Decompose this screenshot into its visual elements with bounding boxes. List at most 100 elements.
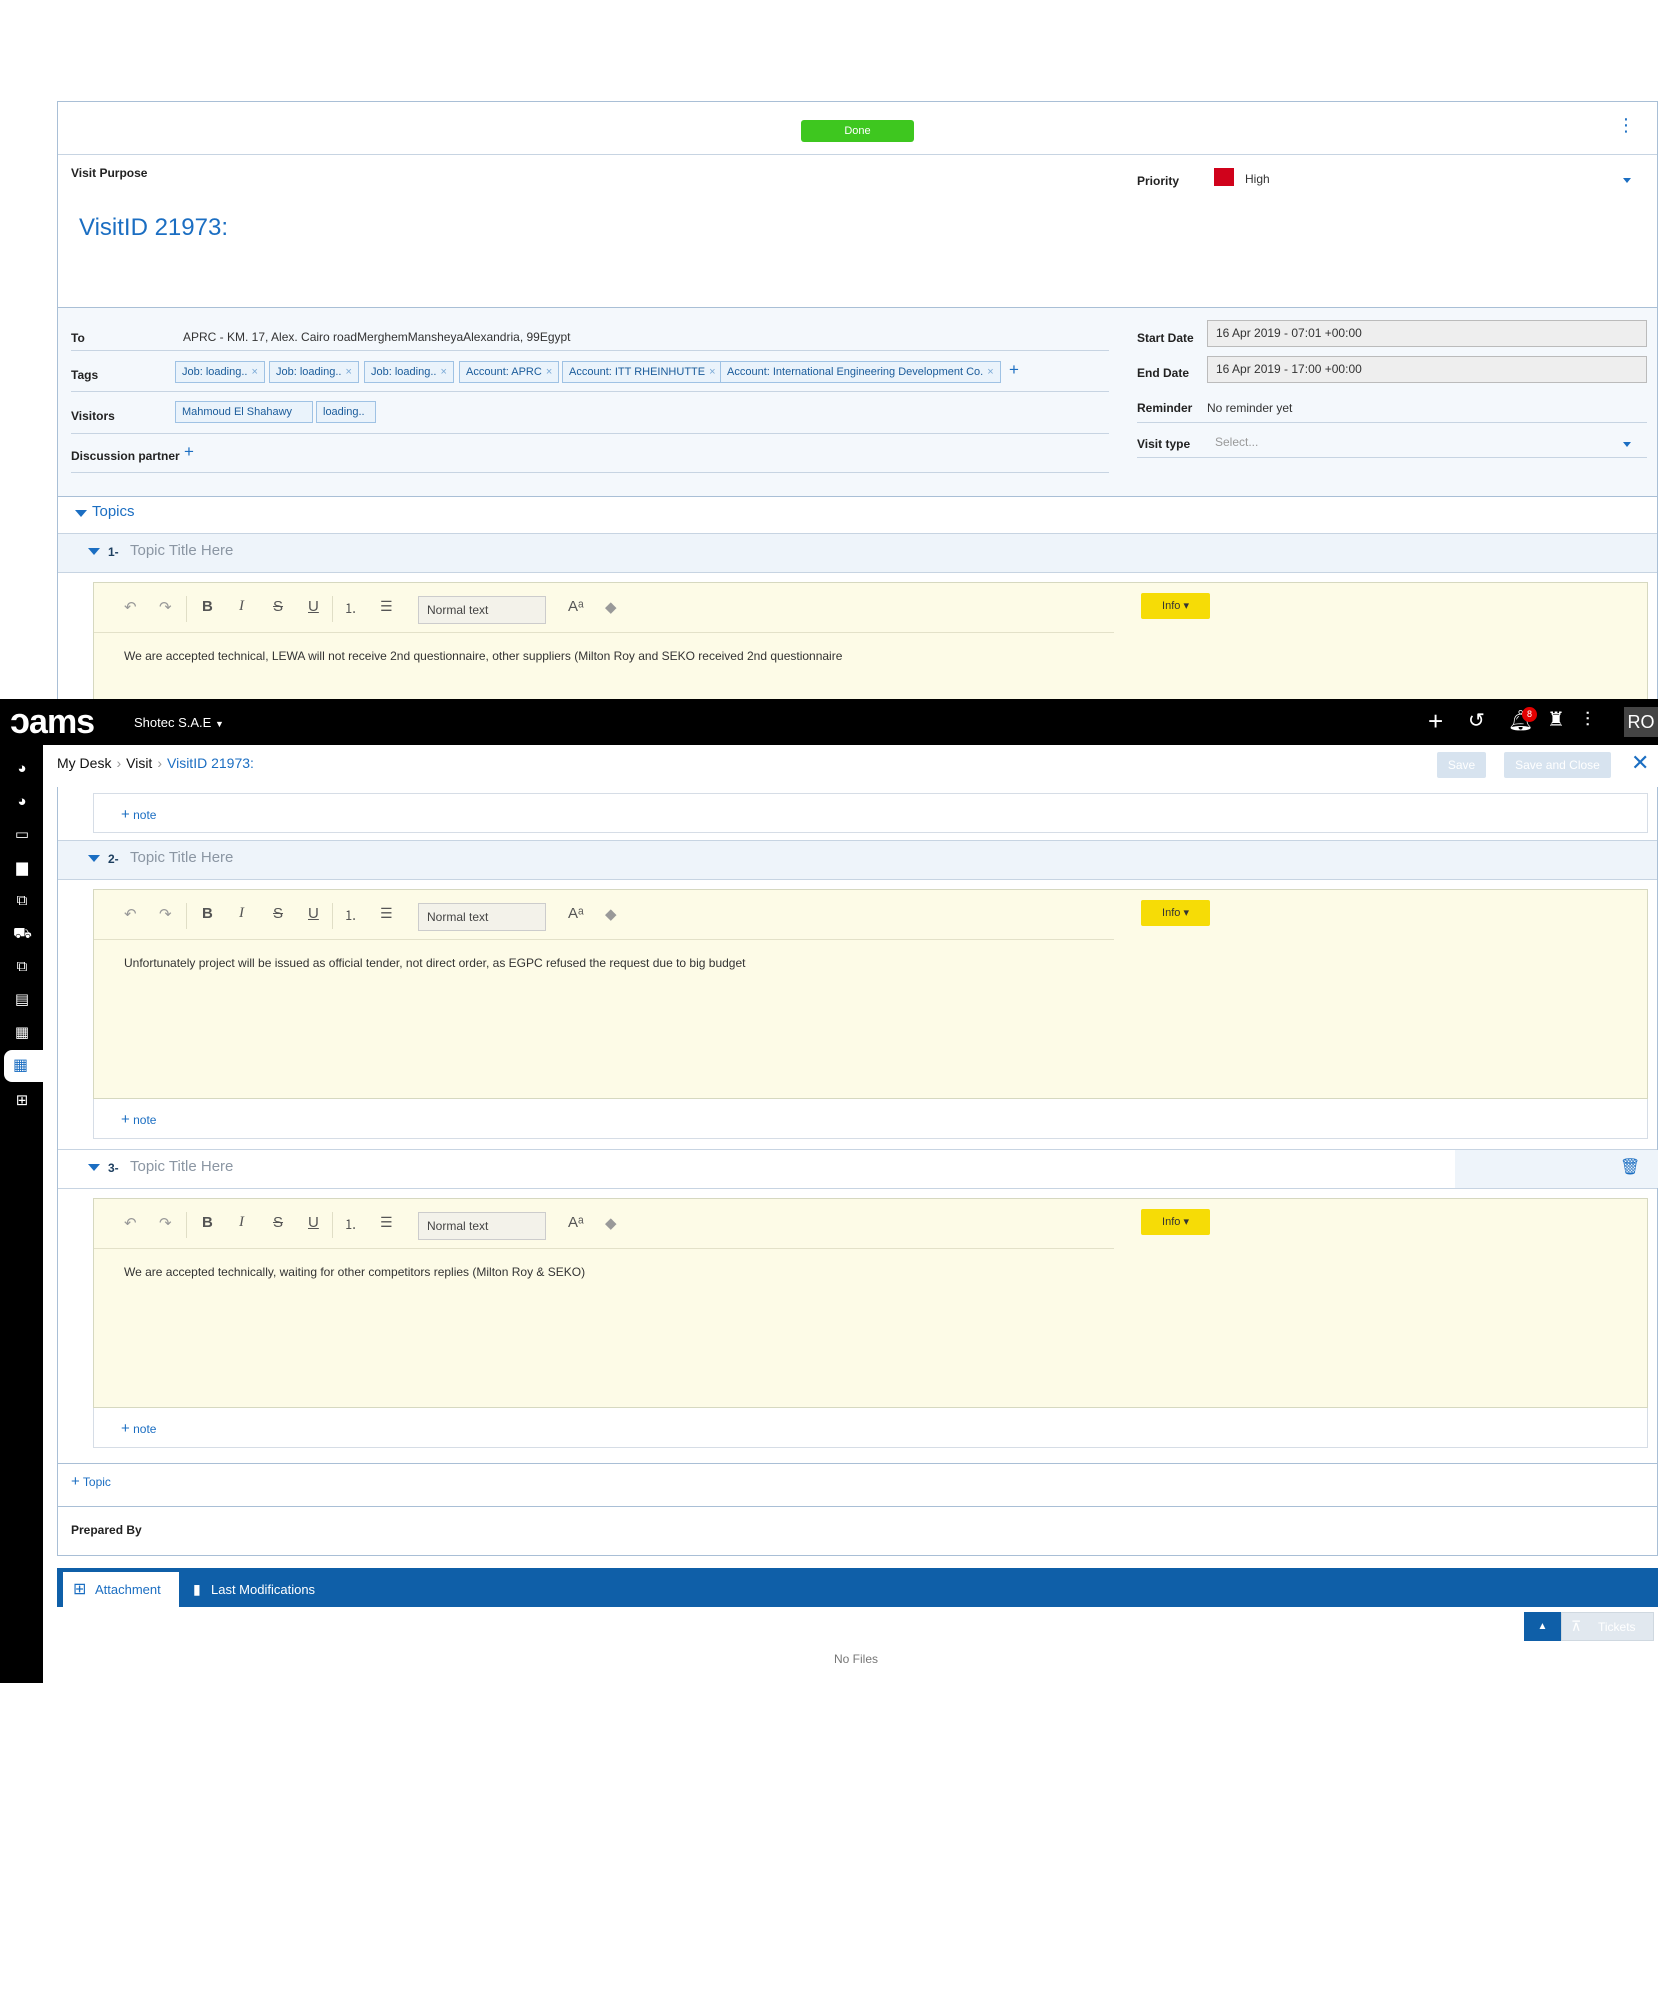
topic-body-text[interactable]: We are accepted technical, LEWA will not… <box>124 649 842 663</box>
trash-icon[interactable]: 🗑︎ <box>1620 1157 1640 1177</box>
rich-text-editor[interactable]: ↶ ↷ B I S U ⒈ ☰ Normal text Aᵃ ◆ Info ▾ … <box>93 889 1648 1099</box>
dashboard-alt-icon[interactable]: ◕ <box>13 794 31 810</box>
collapse-topic-icon[interactable] <box>88 1164 100 1171</box>
tag-chip[interactable]: Job: loading.. × <box>269 361 359 383</box>
breadcrumb-visit[interactable]: Visit <box>126 755 152 771</box>
save-button[interactable]: Save <box>1437 752 1486 778</box>
close-icon[interactable]: × <box>546 366 552 378</box>
underline-icon[interactable]: U <box>308 1214 319 1231</box>
apps-grid-icon[interactable]: ⊞ <box>13 1093 31 1109</box>
eraser-icon[interactable]: ◆ <box>605 905 617 923</box>
format-select[interactable]: Normal text <box>418 903 546 931</box>
sidebar-item-visits-active[interactable]: ▦ <box>4 1050 43 1082</box>
info-dropdown-button[interactable]: Info ▾ <box>1141 900 1210 926</box>
history-icon[interactable]: ↺ <box>1468 709 1485 733</box>
ordered-list-icon[interactable]: ⒈ <box>344 1214 357 1233</box>
eraser-icon[interactable]: ◆ <box>605 598 617 616</box>
visitor-chip[interactable]: Mahmoud El Shahawy <box>175 401 314 423</box>
strikethrough-icon[interactable]: S <box>273 1214 283 1231</box>
close-icon[interactable]: ✕ <box>1631 750 1649 776</box>
close-icon[interactable]: × <box>987 366 993 378</box>
bullet-list-icon[interactable]: ☰ <box>380 1214 393 1231</box>
topic-title-input[interactable]: Topic Title Here <box>130 542 233 559</box>
checklist-icon[interactable]: ▦ <box>13 1025 31 1041</box>
collapse-topic-icon[interactable] <box>88 548 100 555</box>
cart-icon[interactable]: ⛟ <box>13 926 32 942</box>
dashboard-icon[interactable]: ◕ <box>13 761 31 777</box>
italic-icon[interactable]: I <box>239 1214 244 1231</box>
tag-chip[interactable]: Job: loading.. × <box>175 361 265 383</box>
undo-icon[interactable]: ↶ <box>124 598 137 616</box>
tickets-button[interactable]: ⊼ Tickets <box>1561 1612 1654 1641</box>
topic-title-input[interactable]: Topic Title Here <box>130 849 233 866</box>
breadcrumb-home[interactable]: My Desk <box>57 755 111 771</box>
copy-icon[interactable]: ⧉ <box>13 959 31 975</box>
topic-body-text[interactable]: We are accepted technically, waiting for… <box>124 1265 585 1279</box>
scroll-top-button[interactable]: ▲ <box>1524 1612 1561 1641</box>
bold-icon[interactable]: B <box>202 1214 213 1231</box>
add-discussion-partner-icon[interactable]: + <box>184 442 194 462</box>
bullet-list-icon[interactable]: ☰ <box>380 905 393 922</box>
topics-section-label[interactable]: Topics <box>92 503 135 520</box>
font-size-icon[interactable]: Aᵃ <box>568 598 584 615</box>
reminder-value[interactable]: No reminder yet <box>1207 401 1292 415</box>
font-size-icon[interactable]: Aᵃ <box>568 905 584 922</box>
visitor-chip[interactable]: loading.. <box>316 401 376 423</box>
italic-icon[interactable]: I <box>239 598 244 615</box>
info-dropdown-button[interactable]: Info ▾ <box>1141 1209 1210 1235</box>
monitor-icon[interactable]: ▭ <box>13 827 31 843</box>
format-select[interactable]: Normal text <box>418 1212 546 1240</box>
underline-icon[interactable]: U <box>308 598 319 615</box>
topic-title-input[interactable]: Topic Title Here <box>130 1158 233 1175</box>
topic-body-text[interactable]: Unfortunately project will be issued as … <box>124 956 745 970</box>
close-icon[interactable]: × <box>345 366 351 378</box>
priority-dropdown-icon[interactable] <box>1623 178 1631 183</box>
redo-icon[interactable]: ↷ <box>159 598 172 616</box>
eraser-icon[interactable]: ◆ <box>605 1214 617 1232</box>
rich-text-editor[interactable]: ↶ ↷ B I S U ⒈ ☰ Normal text Aᵃ ◆ Info ▾ … <box>93 1198 1648 1408</box>
tab-last-modifications[interactable]: ▮ Last Modifications <box>189 1572 315 1607</box>
italic-icon[interactable]: I <box>239 905 244 922</box>
redo-icon[interactable]: ↷ <box>159 1214 172 1232</box>
add-note-link[interactable]: + note <box>121 1420 156 1437</box>
done-button[interactable]: Done <box>801 120 914 142</box>
kebab-vertical-icon[interactable]: ⋮ <box>1617 116 1635 134</box>
invoice-icon[interactable]: ▤ <box>13 992 31 1008</box>
add-icon[interactable]: + <box>1428 707 1443 735</box>
collapse-topic-icon[interactable] <box>88 855 100 862</box>
tag-chip[interactable]: Account: International Engineering Devel… <box>720 361 1001 383</box>
tag-chip[interactable]: Account: APRC × <box>459 361 560 383</box>
bold-icon[interactable]: B <box>202 905 213 922</box>
visit-type-select[interactable]: Select... <box>1215 435 1258 449</box>
ordered-list-icon[interactable]: ⒈ <box>344 905 357 924</box>
app-logo[interactable]: ↄams <box>10 701 95 742</box>
underline-icon[interactable]: U <box>308 905 319 922</box>
start-date-field[interactable]: 16 Apr 2019 - 07:01 +00:00 <box>1207 320 1647 347</box>
add-tag-icon[interactable]: + <box>1009 360 1019 380</box>
format-select[interactable]: Normal text <box>418 596 546 624</box>
settings-sliders-icon[interactable]: ⫶ <box>1585 708 1590 732</box>
tab-attachment[interactable]: ⊞ Attachment <box>63 1572 179 1607</box>
close-icon[interactable]: × <box>709 366 715 378</box>
strikethrough-icon[interactable]: S <box>273 598 283 615</box>
add-topic-link[interactable]: + Topic <box>71 1473 111 1490</box>
windows-icon[interactable]: ⧉ <box>13 893 31 909</box>
priority-value[interactable]: High <box>1245 172 1270 186</box>
end-date-field[interactable]: 16 Apr 2019 - 17:00 +00:00 <box>1207 356 1647 383</box>
font-size-icon[interactable]: Aᵃ <box>568 1214 584 1231</box>
undo-icon[interactable]: ↶ <box>124 1214 137 1232</box>
strikethrough-icon[interactable]: S <box>273 905 283 922</box>
close-icon[interactable]: × <box>440 366 446 378</box>
company-selector[interactable]: Shotec S.A.E ▼ <box>134 715 224 730</box>
castle-icon[interactable]: ♜ <box>1547 708 1565 732</box>
undo-icon[interactable]: ↶ <box>124 905 137 923</box>
briefcase-icon[interactable]: ▆ <box>13 860 31 876</box>
close-icon[interactable]: × <box>251 366 257 378</box>
info-dropdown-button[interactable]: Info ▾ <box>1141 593 1210 619</box>
save-and-close-button[interactable]: Save and Close <box>1504 752 1611 778</box>
avatar[interactable]: RO <box>1624 707 1658 737</box>
ordered-list-icon[interactable]: ⒈ <box>344 598 357 617</box>
bold-icon[interactable]: B <box>202 598 213 615</box>
tag-chip[interactable]: Account: ITT RHEINHUTTE × <box>562 361 723 383</box>
add-note-link[interactable]: + note <box>121 806 156 823</box>
